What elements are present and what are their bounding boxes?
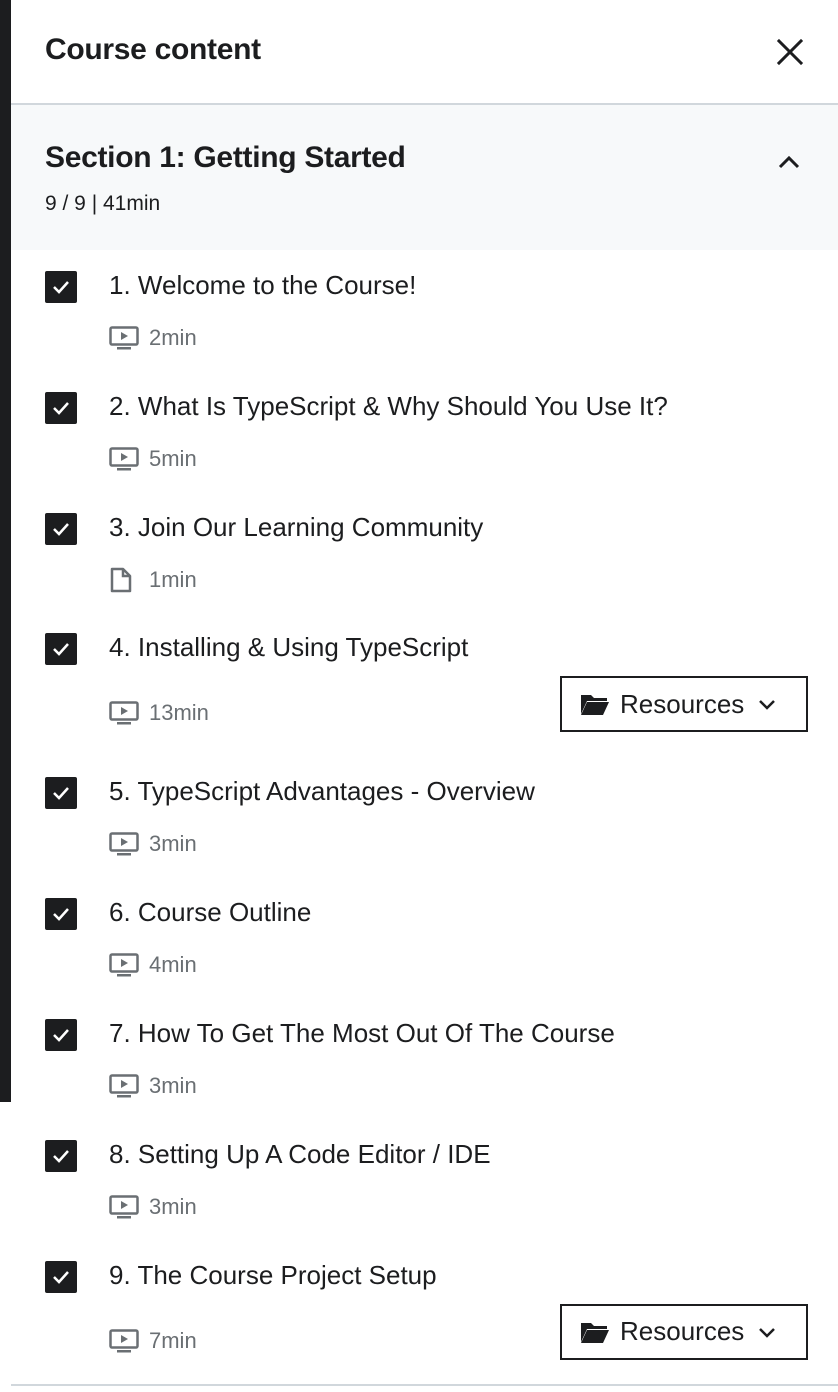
lecture-title: 5. TypeScript Advantages - Overview (109, 776, 535, 807)
lecture-duration: 3min (149, 831, 197, 857)
lecture-title: 2. What Is TypeScript & Why Should You U… (109, 390, 668, 421)
video-icon (109, 700, 141, 726)
lecture-duration: 2min (149, 325, 197, 350)
lecture-meta: 1min (109, 567, 197, 593)
lecture-duration: 5min (149, 445, 197, 471)
lecture-item[interactable]: 9. The Course Project Setup 7min Resources (11, 1240, 838, 1384)
lecture-title: 9. The Course Project Setup (109, 1259, 437, 1290)
checkmark-icon (53, 1149, 69, 1163)
folder-icon (580, 1319, 612, 1345)
chevron-down-icon (758, 698, 776, 711)
lecture-duration: 3min (149, 1193, 197, 1219)
lecture-completed-checkbox[interactable] (45, 633, 77, 666)
video-icon (109, 952, 141, 978)
checkmark-icon (53, 281, 69, 294)
checkmark-icon (53, 1270, 69, 1284)
chevron-down-icon (758, 1326, 776, 1338)
lecture-completed-checkbox[interactable] (45, 391, 77, 424)
close-button[interactable] (772, 34, 808, 70)
lecture-meta: 3min (109, 1194, 197, 1220)
app-root: Course content Section 1: Getting Starte… (0, 0, 838, 1392)
lecture-completed-checkbox[interactable] (45, 1018, 77, 1051)
checkmark-icon (53, 643, 69, 657)
resources-dropdown-button[interactable]: Resources (560, 676, 808, 733)
lecture-duration: 3min (149, 1072, 197, 1098)
lecture-title: 6. Course Outline (109, 897, 312, 928)
video-icon (109, 446, 141, 472)
lecture-duration: 1min (149, 566, 197, 592)
lecture-meta: 13min (109, 700, 209, 726)
lecture-item[interactable]: 2. What Is TypeScript & Why Should You U… (11, 371, 838, 492)
lecture-meta: 7min (109, 1328, 197, 1354)
lecture-item[interactable]: 3. Join Our Learning Community 1min (11, 492, 838, 613)
lecture-duration: 7min (149, 1327, 197, 1353)
lecture-title: 7. How To Get The Most Out Of The Course (109, 1017, 615, 1048)
checkmark-icon (53, 522, 69, 536)
video-icon (109, 325, 141, 351)
lecture-title: 4. Installing & Using TypeScript (109, 632, 469, 663)
lecture-completed-checkbox[interactable] (45, 271, 77, 303)
panel-title: Course content (45, 33, 261, 66)
close-icon (776, 38, 804, 66)
lecture-item[interactable]: 5. TypeScript Advantages - Overview 3min (11, 756, 838, 877)
lecture-meta: 2min (109, 325, 197, 351)
panel-footer-divider (11, 1384, 838, 1386)
lecture-title: 8. Setting Up A Code Editor / IDE (109, 1138, 491, 1169)
folder-icon (580, 691, 612, 717)
lecture-completed-checkbox[interactable] (45, 1260, 77, 1293)
lecture-item[interactable]: 7. How To Get The Most Out Of The Course… (11, 998, 838, 1119)
course-content-panel: Course content Section 1: Getting Starte… (11, 0, 838, 1392)
lecture-item[interactable]: 6. Course Outline 4min (11, 877, 838, 998)
lecture-meta: 5min (109, 446, 197, 472)
resources-label: Resources (620, 1316, 745, 1347)
section-header[interactable]: Section 1: Getting Started 9 / 9 | 41min (11, 105, 838, 250)
lecture-duration: 4min (149, 952, 197, 978)
lecture-meta: 4min (109, 952, 197, 978)
lecture-duration: 13min (149, 700, 209, 726)
file-icon (109, 567, 141, 593)
lecture-completed-checkbox[interactable] (45, 777, 77, 810)
resources-dropdown-button[interactable]: Resources (560, 1303, 808, 1360)
section-collapse-toggle[interactable] (774, 147, 804, 177)
checkmark-icon (53, 401, 69, 415)
video-icon (109, 1073, 141, 1099)
video-icon (109, 1328, 141, 1354)
lecture-completed-checkbox[interactable] (45, 1139, 77, 1172)
lecture-title: 1. Welcome to the Course! (109, 270, 417, 300)
resources-label: Resources (620, 688, 745, 719)
lecture-item[interactable]: 4. Installing & Using TypeScript 13min Res… (11, 612, 838, 756)
lecture-item[interactable]: 1. Welcome to the Course! 2min (11, 250, 838, 371)
left-edge-strip (0, 0, 11, 1102)
checkmark-icon (53, 1029, 69, 1042)
lecture-title: 3. Join Our Learning Community (109, 511, 484, 542)
lecture-meta: 3min (109, 831, 197, 857)
section-title: Section 1: Getting Started (45, 141, 406, 174)
panel-header: Course content (11, 0, 838, 105)
lecture-list: 1. Welcome to the Course! 2min 2. What Is … (11, 250, 838, 1384)
checkmark-icon (53, 787, 69, 801)
video-icon (109, 1194, 141, 1220)
lecture-item[interactable]: 8. Setting Up A Code Editor / IDE 3min (11, 1119, 838, 1240)
lecture-completed-checkbox[interactable] (45, 898, 77, 931)
chevron-up-icon (778, 155, 800, 169)
lecture-meta: 3min (109, 1073, 197, 1099)
checkmark-icon (53, 908, 69, 922)
lecture-completed-checkbox[interactable] (45, 512, 77, 545)
video-icon (109, 831, 141, 857)
section-meta: 9 / 9 | 41min (45, 192, 161, 215)
